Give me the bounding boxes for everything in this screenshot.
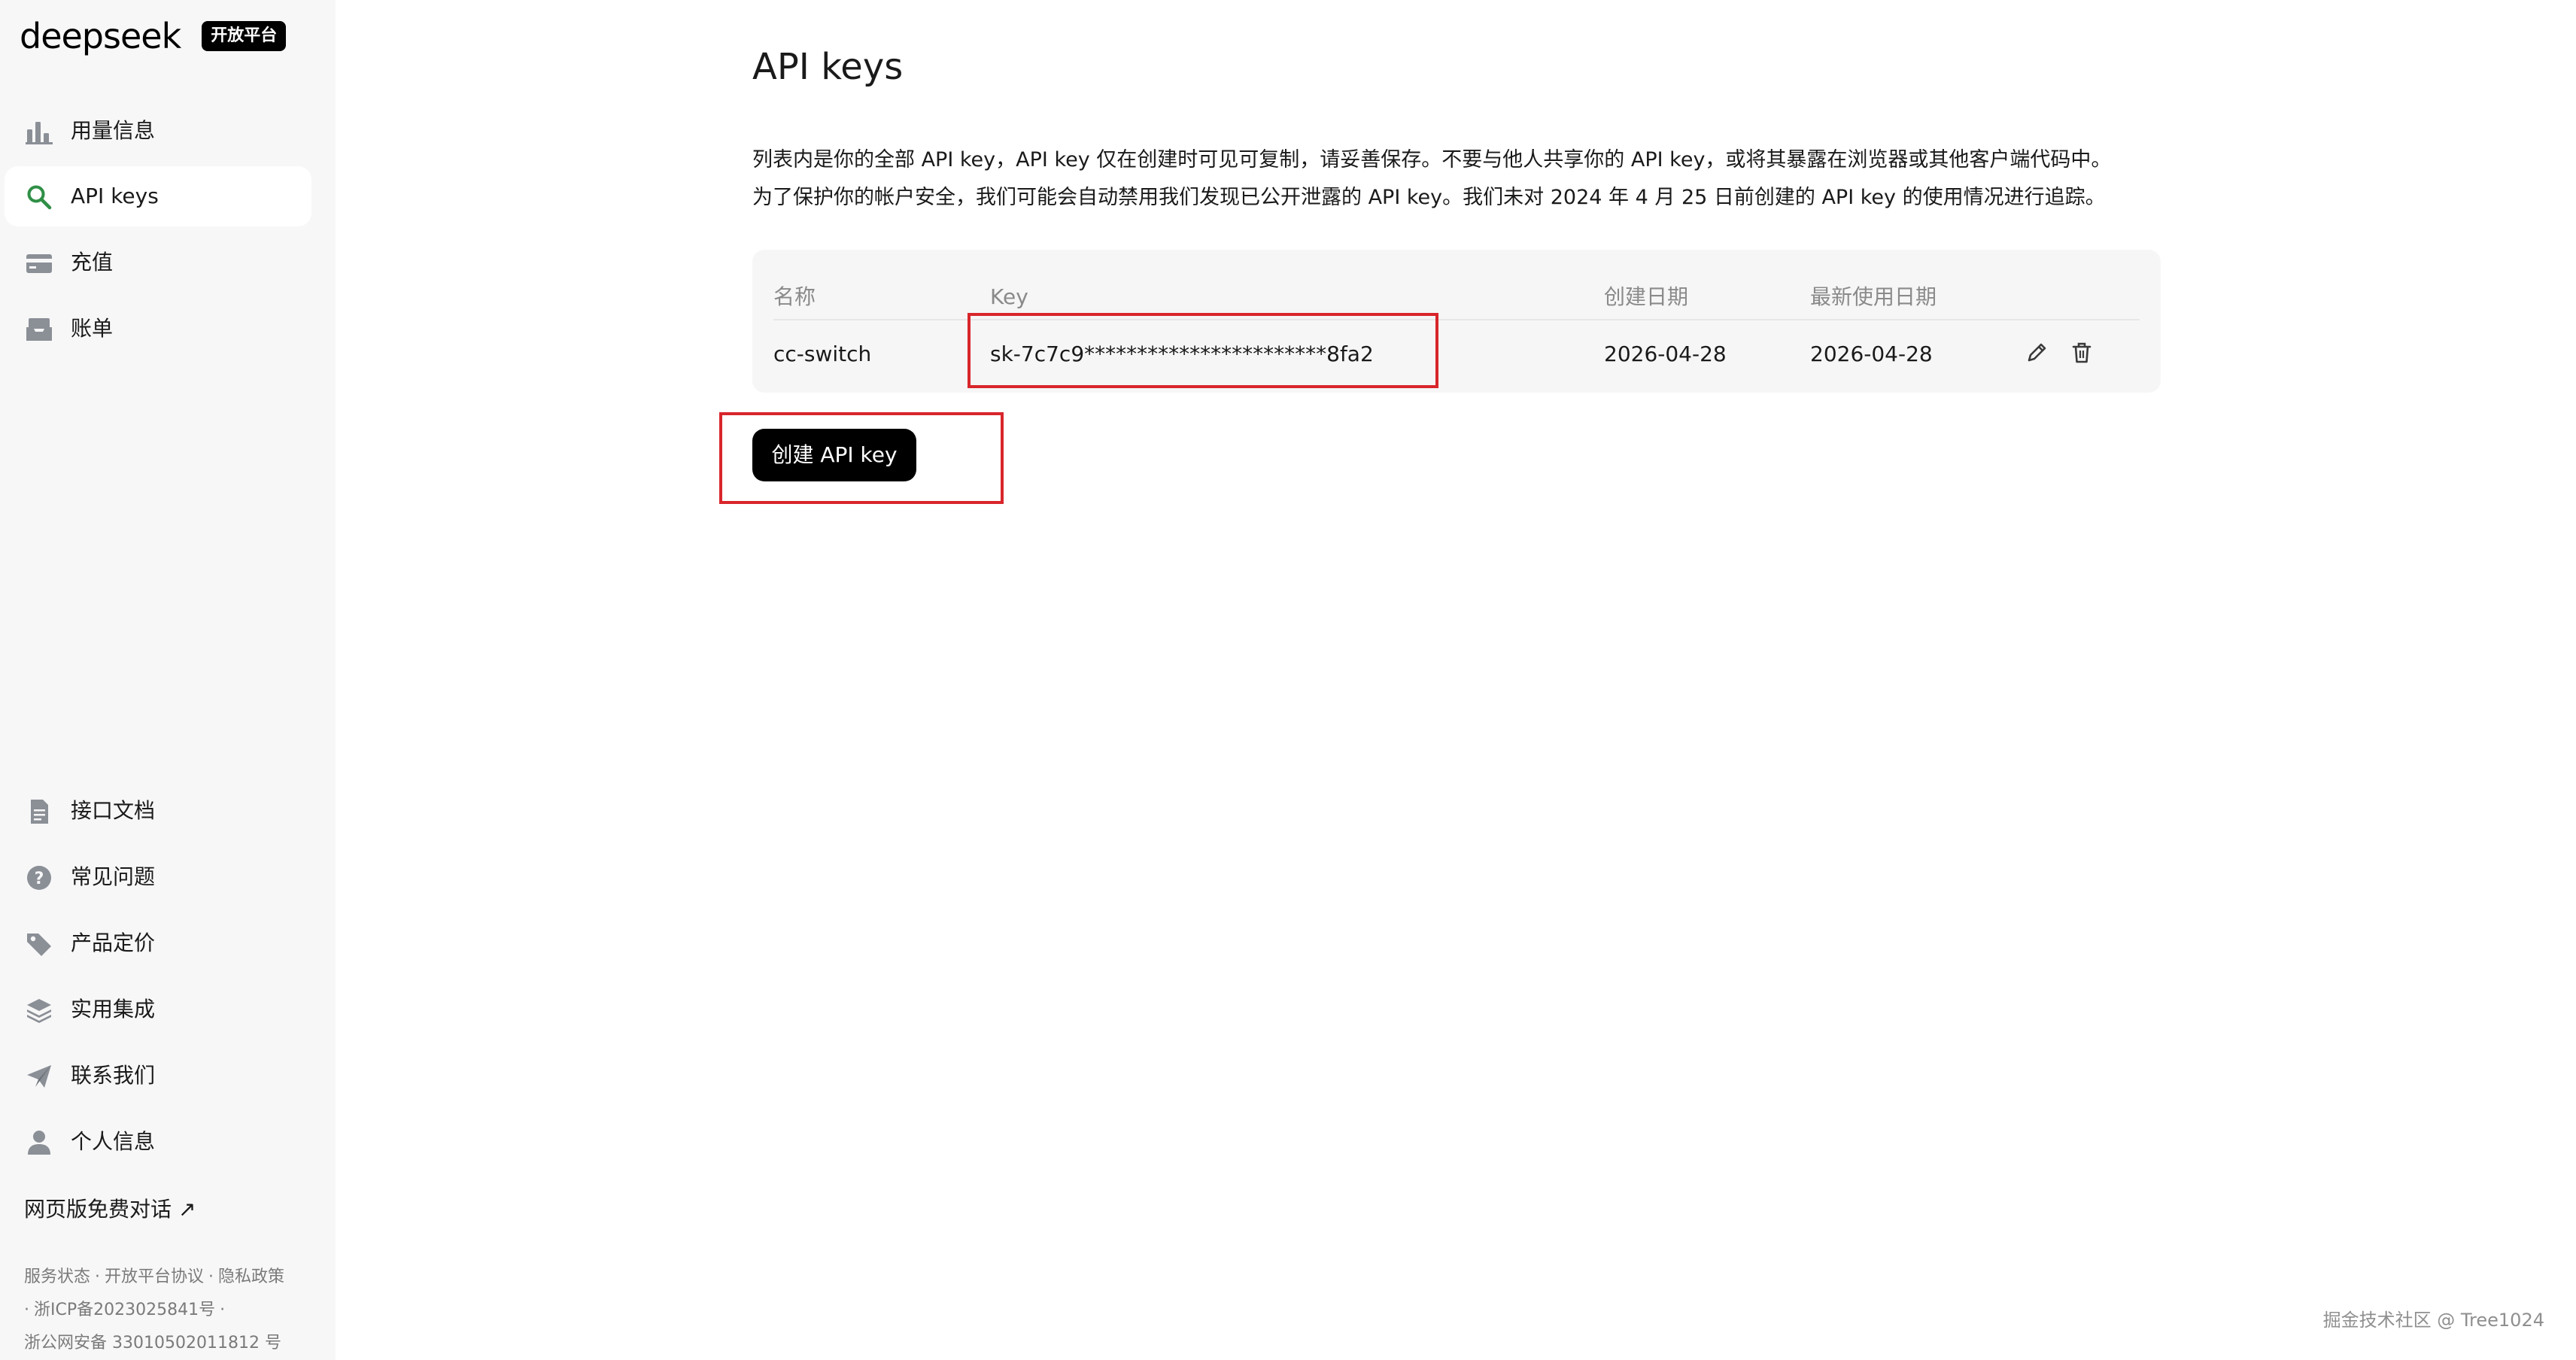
page-description: 列表内是你的全部 API key，API key 仅在创建时可见可复制，请妥善保…: [752, 141, 2182, 217]
police-record-link[interactable]: 浙公网安备 33010502011812 号: [24, 1334, 281, 1352]
sidebar-item-label: API keys: [71, 184, 159, 208]
column-header-created: 创建日期: [1604, 284, 1689, 309]
trash-icon[interactable]: [2069, 340, 2095, 366]
description-line-1: 列表内是你的全部 API key，API key 仅在创建时可见可复制，请妥善保…: [752, 148, 2112, 172]
sidebar-footer: 服务状态 · 开放平台协议 · 隐私政策 · 浙ICP备2023025841号 · 浙公网安…: [24, 1261, 317, 1360]
column-header-name: 名称: [773, 284, 816, 309]
watermark: 掘金技术社区 @ Tree1024: [2322, 1310, 2544, 1331]
footer-separator: ·: [220, 1301, 226, 1319]
key-value-cell: sk-7c7c9***********************8fa2: [990, 342, 1374, 366]
web-chat-label: 网页版免费对话 ↗: [24, 1197, 196, 1222]
footer-separator: ·: [208, 1267, 214, 1286]
sidebar-item-label: 产品定价: [71, 930, 156, 955]
icp-link[interactable]: 浙ICP备2023025841号: [34, 1301, 215, 1319]
column-header-last-used: 最新使用日期: [1810, 284, 1937, 309]
search-key-icon: [26, 184, 53, 210]
description-line-2: 为了保护你的帐户安全，我们可能会自动禁用我们发现已公开泄露的 API key。我…: [752, 186, 2106, 209]
brand[interactable]: deepseek 开放平台: [20, 17, 287, 56]
user-icon: [26, 1130, 53, 1155]
key-name-cell: cc-switch: [773, 342, 872, 366]
column-header-key: Key: [990, 284, 1028, 309]
privacy-policy-link[interactable]: 隐私政策: [218, 1267, 284, 1286]
created-date-cell: 2026-04-28: [1604, 342, 1727, 366]
question-icon: ?: [26, 865, 53, 891]
footer-icp-row: · 浙ICP备2023025841号 ·: [24, 1294, 317, 1327]
sidebar-item-usage[interactable]: 用量信息: [5, 101, 311, 161]
footer-separator: ·: [95, 1267, 101, 1286]
sidebar-item-integrations[interactable]: 实用集成: [5, 979, 311, 1040]
edit-icon[interactable]: [2024, 340, 2049, 366]
document-icon: [26, 799, 53, 824]
sidebar-item-profile[interactable]: 个人信息: [5, 1112, 311, 1172]
sidebar-item-billing[interactable]: 账单: [5, 299, 311, 359]
sidebar-item-pricing[interactable]: 产品定价: [5, 913, 311, 973]
sidebar-item-label: 用量信息: [71, 118, 156, 143]
sidebar: deepseek 开放平台 用量信息 API keys 充值 账单 接口文档 ?…: [0, 0, 336, 1360]
sidebar-item-label: 常见问题: [71, 864, 156, 889]
bar-chart-icon: [26, 119, 53, 144]
sidebar-item-label: 实用集成: [71, 997, 156, 1022]
footer-links-row: 服务状态 · 开放平台协议 · 隐私政策: [24, 1261, 317, 1294]
sidebar-item-label: 个人信息: [71, 1129, 156, 1154]
layers-icon: [26, 997, 53, 1023]
send-icon: [26, 1064, 53, 1089]
tag-icon: [26, 931, 53, 957]
service-status-link[interactable]: 服务状态: [24, 1267, 90, 1286]
sidebar-item-api-docs[interactable]: 接口文档: [5, 781, 311, 841]
open-platform-agreement-link[interactable]: 开放平台协议: [105, 1267, 204, 1286]
footer-police-row: 浙公网安备 33010502011812 号: [24, 1327, 317, 1360]
sidebar-item-label: 充值: [71, 250, 114, 275]
footer-separator: ·: [24, 1301, 29, 1319]
sidebar-item-label: 账单: [71, 316, 114, 341]
sidebar-item-label: 接口文档: [71, 798, 156, 823]
last-used-date-cell: 2026-04-28: [1810, 342, 1933, 366]
page-title: API keys: [752, 46, 904, 88]
card-icon: [26, 250, 53, 276]
sidebar-item-label: 联系我们: [71, 1063, 156, 1088]
sidebar-item-faq[interactable]: ? 常见问题: [5, 847, 311, 907]
sidebar-item-contact[interactable]: 联系我们: [5, 1046, 311, 1106]
svg-text:?: ?: [35, 870, 44, 888]
app-root: deepseek 开放平台 用量信息 API keys 充值 账单 接口文档 ?…: [0, 0, 2576, 1360]
inbox-icon: [26, 317, 53, 342]
sidebar-item-api-keys[interactable]: API keys: [5, 166, 311, 226]
row-divider: [773, 319, 2140, 320]
api-keys-table: 名称 Key 创建日期 最新使用日期 cc-switch sk-7c7c9***…: [752, 250, 2161, 393]
deepseek-logo[interactable]: deepseek: [20, 17, 181, 56]
open-platform-badge: 开放平台: [202, 21, 287, 51]
web-chat-link[interactable]: 网页版免费对话 ↗: [24, 1193, 196, 1223]
sidebar-item-recharge[interactable]: 充值: [5, 232, 311, 293]
create-api-key-button[interactable]: 创建 API key: [752, 429, 916, 481]
